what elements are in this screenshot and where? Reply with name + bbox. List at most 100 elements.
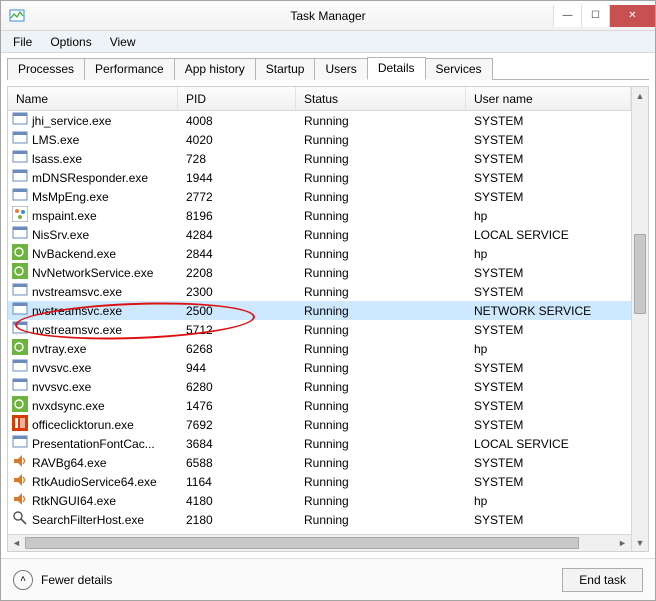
cell-status: Running bbox=[296, 209, 466, 223]
table-row[interactable]: nvxdsync.exe1476RunningSYSTEM bbox=[8, 396, 631, 415]
cell-user: SYSTEM bbox=[466, 399, 631, 413]
tab-services[interactable]: Services bbox=[425, 58, 493, 80]
table-row[interactable]: SearchFilterHost.exe2180RunningSYSTEM bbox=[8, 510, 631, 529]
table-row[interactable]: nvvsvc.exe6280RunningSYSTEM bbox=[8, 377, 631, 396]
cell-status: Running bbox=[296, 171, 466, 185]
cell-name: nvstreamsvc.exe bbox=[8, 301, 178, 320]
cell-status: Running bbox=[296, 190, 466, 204]
hscroll-thumb[interactable] bbox=[25, 537, 579, 549]
cell-user: SYSTEM bbox=[466, 266, 631, 280]
table-row[interactable]: nvtray.exe6268Runninghp bbox=[8, 339, 631, 358]
col-header-user[interactable]: User name bbox=[466, 87, 631, 110]
table-row[interactable]: PresentationFontCac...3684RunningLOCAL S… bbox=[8, 434, 631, 453]
process-name: PresentationFontCac... bbox=[32, 437, 155, 451]
tab-performance[interactable]: Performance bbox=[84, 58, 175, 80]
process-icon bbox=[12, 187, 28, 206]
cell-user: SYSTEM bbox=[466, 475, 631, 489]
tab-details[interactable]: Details bbox=[367, 57, 426, 80]
cell-pid: 2300 bbox=[178, 285, 296, 299]
vscroll-thumb[interactable] bbox=[634, 234, 646, 314]
tab-app-history[interactable]: App history bbox=[174, 58, 256, 80]
cell-name: nvvsvc.exe bbox=[8, 377, 178, 396]
process-name: NisSrv.exe bbox=[32, 228, 89, 242]
menu-file[interactable]: File bbox=[5, 33, 40, 51]
cell-status: Running bbox=[296, 114, 466, 128]
table-row[interactable]: mDNSResponder.exe1944RunningSYSTEM bbox=[8, 168, 631, 187]
chevron-up-icon: ˄ bbox=[13, 570, 33, 590]
process-name: nvvsvc.exe bbox=[32, 380, 91, 394]
process-name: nvxdsync.exe bbox=[32, 399, 105, 413]
tab-processes[interactable]: Processes bbox=[7, 58, 85, 80]
cell-pid: 2208 bbox=[178, 266, 296, 280]
horizontal-scrollbar[interactable]: ◄ ► bbox=[8, 534, 631, 551]
scroll-left-icon[interactable]: ◄ bbox=[8, 538, 25, 548]
taskmgr-icon bbox=[9, 8, 25, 24]
table-row[interactable]: nvstreamsvc.exe2500RunningNETWORK SERVIC… bbox=[8, 301, 631, 320]
table-row[interactable]: officeclicktorun.exe7692RunningSYSTEM bbox=[8, 415, 631, 434]
table-row[interactable]: NvNetworkService.exe2208RunningSYSTEM bbox=[8, 263, 631, 282]
process-icon bbox=[12, 415, 28, 434]
process-icon bbox=[12, 339, 28, 358]
close-button[interactable]: ✕ bbox=[609, 5, 655, 27]
cell-user: SYSTEM bbox=[466, 418, 631, 432]
col-header-name[interactable]: Name bbox=[8, 87, 178, 110]
scroll-up-icon[interactable]: ▲ bbox=[632, 87, 648, 104]
tab-users[interactable]: Users bbox=[314, 58, 367, 80]
table-row[interactable]: MsMpEng.exe2772RunningSYSTEM bbox=[8, 187, 631, 206]
vertical-scrollbar[interactable]: ▲ ▼ bbox=[631, 87, 648, 551]
cell-status: Running bbox=[296, 437, 466, 451]
process-icon bbox=[12, 206, 28, 225]
process-icon bbox=[12, 225, 28, 244]
cell-pid: 2772 bbox=[178, 190, 296, 204]
cell-pid: 728 bbox=[178, 152, 296, 166]
table-row[interactable]: mspaint.exe8196Runninghp bbox=[8, 206, 631, 225]
cell-user: SYSTEM bbox=[466, 513, 631, 527]
cell-user: SYSTEM bbox=[466, 380, 631, 394]
process-icon bbox=[12, 434, 28, 453]
tab-startup[interactable]: Startup bbox=[255, 58, 316, 80]
cell-user: SYSTEM bbox=[466, 114, 631, 128]
table-row[interactable]: RtkNGUI64.exe4180Runninghp bbox=[8, 491, 631, 510]
cell-status: Running bbox=[296, 494, 466, 508]
process-icon bbox=[12, 168, 28, 187]
cell-pid: 3684 bbox=[178, 437, 296, 451]
col-header-status[interactable]: Status bbox=[296, 87, 466, 110]
cell-status: Running bbox=[296, 361, 466, 375]
end-task-button[interactable]: End task bbox=[562, 568, 643, 592]
table-row[interactable]: LMS.exe4020RunningSYSTEM bbox=[8, 130, 631, 149]
process-name: nvvsvc.exe bbox=[32, 361, 91, 375]
cell-name: NvBackend.exe bbox=[8, 244, 178, 263]
menu-view[interactable]: View bbox=[102, 33, 144, 51]
fewer-details-button[interactable]: ˄ Fewer details bbox=[13, 570, 112, 590]
cell-status: Running bbox=[296, 513, 466, 527]
table-row[interactable]: RAVBg64.exe6588RunningSYSTEM bbox=[8, 453, 631, 472]
table-row[interactable]: jhi_service.exe4008RunningSYSTEM bbox=[8, 111, 631, 130]
cell-pid: 4180 bbox=[178, 494, 296, 508]
cell-status: Running bbox=[296, 456, 466, 470]
col-header-pid[interactable]: PID bbox=[178, 87, 296, 110]
scroll-down-icon[interactable]: ▼ bbox=[632, 534, 648, 551]
cell-pid: 4020 bbox=[178, 133, 296, 147]
table-row[interactable]: nvstreamsvc.exe5712RunningSYSTEM bbox=[8, 320, 631, 339]
maximize-button[interactable]: ☐ bbox=[581, 5, 609, 27]
table-row[interactable]: nvstreamsvc.exe2300RunningSYSTEM bbox=[8, 282, 631, 301]
table-row[interactable]: nvvsvc.exe944RunningSYSTEM bbox=[8, 358, 631, 377]
scroll-right-icon[interactable]: ► bbox=[614, 538, 631, 548]
cell-status: Running bbox=[296, 342, 466, 356]
table-row[interactable]: lsass.exe728RunningSYSTEM bbox=[8, 149, 631, 168]
minimize-button[interactable]: — bbox=[553, 5, 581, 27]
table-row[interactable]: RtkAudioService64.exe1164RunningSYSTEM bbox=[8, 472, 631, 491]
table-row[interactable]: NvBackend.exe2844Runninghp bbox=[8, 244, 631, 263]
process-name: mspaint.exe bbox=[32, 209, 97, 223]
cell-user: SYSTEM bbox=[466, 285, 631, 299]
menu-options[interactable]: Options bbox=[42, 33, 99, 51]
process-name: RtkNGUI64.exe bbox=[32, 494, 116, 508]
task-manager-window: Task Manager — ☐ ✕ File Options View Pro… bbox=[0, 0, 656, 601]
cell-name: PresentationFontCac... bbox=[8, 434, 178, 453]
cell-name: RAVBg64.exe bbox=[8, 453, 178, 472]
process-icon bbox=[12, 111, 28, 130]
cell-user: SYSTEM bbox=[466, 171, 631, 185]
cell-user: SYSTEM bbox=[466, 361, 631, 375]
table-row[interactable]: NisSrv.exe4284RunningLOCAL SERVICE bbox=[8, 225, 631, 244]
cell-pid: 1164 bbox=[178, 475, 296, 489]
